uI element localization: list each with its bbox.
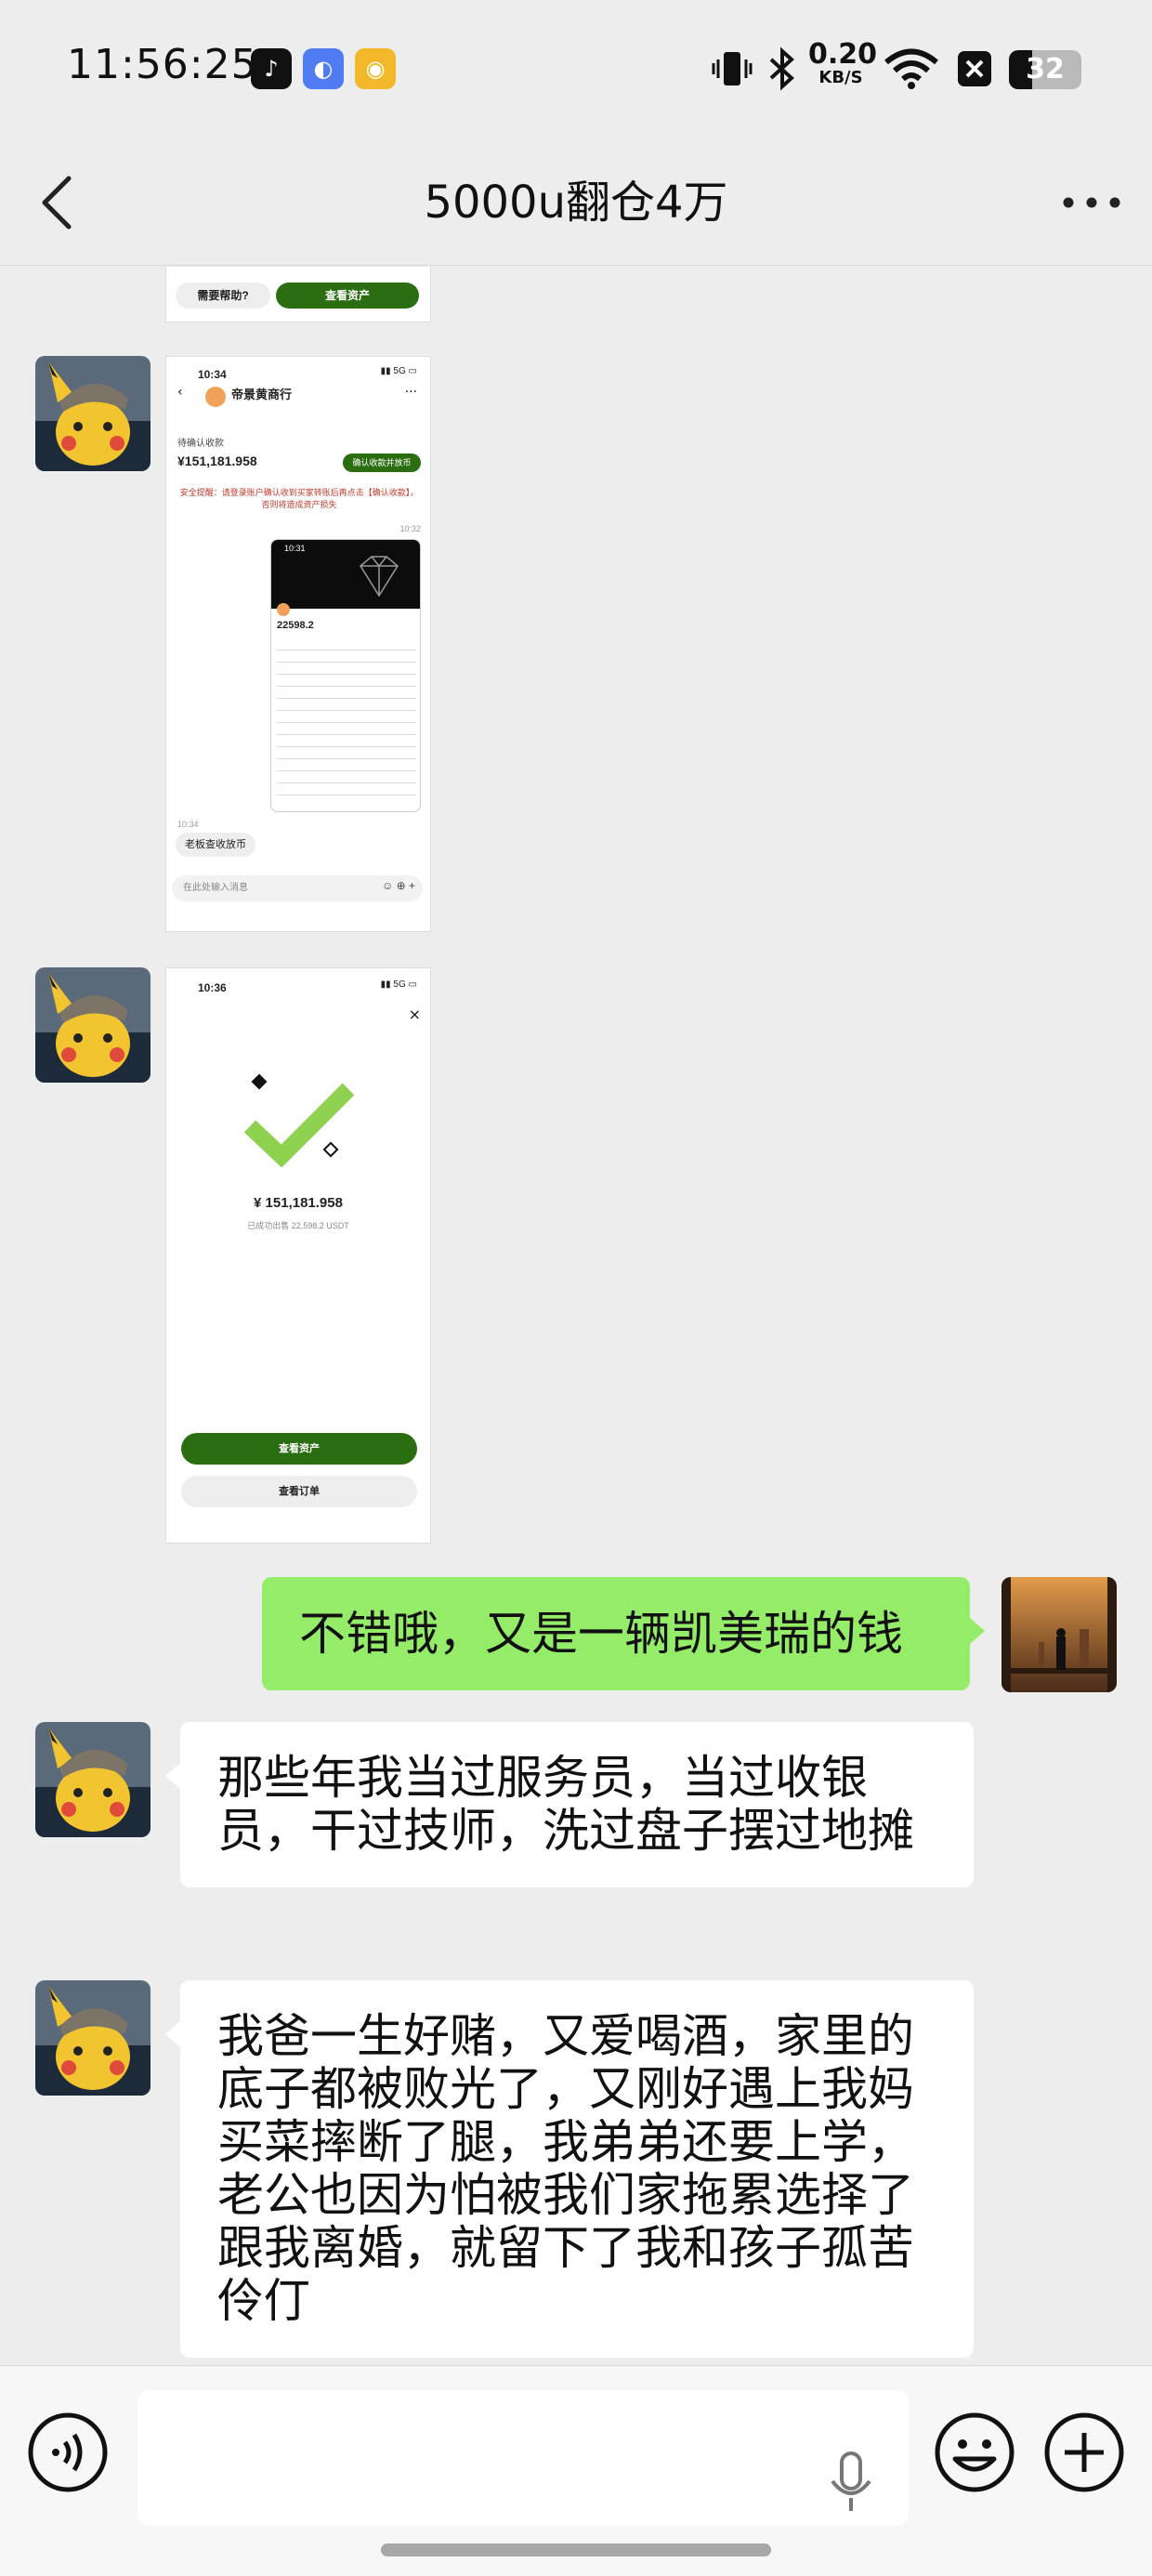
status-time: 11:56:25 bbox=[67, 41, 258, 88]
voice-mode-icon[interactable] bbox=[26, 2411, 110, 2494]
screenshot-3-time: 10:36 bbox=[198, 981, 227, 994]
screenshot-2-amount: ¥151,181.958 bbox=[177, 453, 257, 468]
sold-usdt-label: 已成功出售 22,598.2 USDT bbox=[247, 1221, 349, 1230]
screenshot-2-bottom-time: 10:34 bbox=[177, 820, 199, 829]
add-plus-icon[interactable] bbox=[1042, 2411, 1126, 2494]
avatar-pikachu[interactable] bbox=[35, 967, 151, 1083]
screenshot-3-signal: ▮▮ 5G ▭ bbox=[380, 979, 417, 990]
quick-reply-chip: 老板查收放币 bbox=[176, 833, 255, 857]
security-warning: 安全提醒：请登录账户确认收到买家转账后再点击【确认收款】，否则将造成资产损失 bbox=[179, 488, 419, 509]
view-order-button-image: 查看订单 bbox=[181, 1476, 417, 1507]
incoming-message-bubble[interactable]: 那些年我当过服务员，当过收银员，干过技师，洗过盘子摆过地摊 bbox=[165, 1722, 974, 1887]
incoming-message-bubble[interactable]: 我爸一生好赌，又爱喝酒，家里的底子都被败光了，又刚好遇上我妈买菜摔断了腿，我弟弟… bbox=[165, 1980, 974, 2358]
self-avatar-image bbox=[1001, 1577, 1117, 1692]
battery-icon: 32 bbox=[1009, 50, 1081, 89]
chat-title: 5000u翻仓4万 bbox=[424, 177, 728, 229]
battery-level: 32 bbox=[1026, 53, 1065, 85]
pikachu-avatar-image bbox=[35, 356, 151, 471]
screenshot-2-back-icon: ‹ bbox=[177, 385, 183, 400]
network-speed-unit: KB/S bbox=[818, 68, 863, 87]
microphone-icon[interactable] bbox=[827, 2450, 875, 2517]
bluetooth-icon bbox=[769, 46, 794, 91]
inner-header: 10:31 bbox=[271, 540, 420, 609]
pikachu-avatar-image bbox=[35, 967, 151, 1083]
outgoing-message-text: 不错哦，又是一辆凯美瑞的钱 bbox=[299, 1607, 903, 1661]
image-message-3[interactable]: 10:36 ▮▮ 5G ▭ × ¥ 151,181.958 已成功出售 22,5… bbox=[165, 967, 431, 1544]
wifi-icon bbox=[884, 48, 938, 89]
inner-detail-lines bbox=[277, 638, 416, 806]
inner-value: 22598.2 bbox=[277, 620, 314, 631]
inner-avatar bbox=[277, 603, 290, 616]
chat-area[interactable]: 需要帮助? 查看资产 10:34 ▮▮ 5G ▭ ‹ 帝景黄商行 ··· 待确认… bbox=[0, 267, 1152, 2365]
outgoing-message-bubble[interactable]: 不错哦，又是一辆凯美瑞的钱 bbox=[262, 1577, 985, 1690]
avatar-pikachu[interactable] bbox=[35, 356, 151, 471]
screenshot-3-close-icon: × bbox=[408, 1005, 421, 1023]
screenshot-3-amount: ¥ 151,181.958 bbox=[254, 1195, 343, 1211]
inner-time: 10:31 bbox=[284, 544, 306, 553]
emoji-icon[interactable] bbox=[933, 2411, 1016, 2494]
image-message-1[interactable]: 需要帮助? 查看资产 bbox=[165, 267, 431, 322]
nav-bar: 5000u翻仓4万 bbox=[0, 139, 1152, 266]
more-dots-icon[interactable] bbox=[1059, 177, 1124, 229]
success-check-icon bbox=[243, 1073, 355, 1168]
avatar-self[interactable] bbox=[1001, 1577, 1117, 1692]
screenshot-2-timestamp: 10:32 bbox=[399, 524, 421, 533]
diamond-logo bbox=[360, 556, 399, 598]
status-bar: 11:56:25 ♪ ◐ ◉ 0.20 KB/S 32 bbox=[0, 0, 1152, 139]
network-speed-value: 0.20 bbox=[808, 38, 878, 71]
weibo-icon: ◉ bbox=[355, 48, 396, 89]
browser-icon: ◐ bbox=[303, 48, 344, 89]
merchant-avatar bbox=[205, 387, 226, 407]
notification-off-icon bbox=[958, 51, 991, 86]
vibrate-icon bbox=[712, 52, 753, 85]
view-assets-button-image: 查看资产 bbox=[181, 1433, 417, 1465]
screenshot-2-time: 10:34 bbox=[198, 368, 227, 381]
input-icons-image: ☺ ⊕ + bbox=[382, 879, 415, 892]
inner-screenshot: 10:31 22598.2 bbox=[270, 539, 421, 812]
image-message-2[interactable]: 10:34 ▮▮ 5G ▭ ‹ 帝景黄商行 ··· 待确认收款 ¥151,181… bbox=[165, 356, 431, 932]
incoming-message-text: 那些年我当过服务员，当过收银员，干过技师，洗过盘子摆过地摊 bbox=[217, 1751, 914, 1858]
avatar-pikachu[interactable] bbox=[35, 1722, 151, 1837]
home-indicator[interactable] bbox=[381, 2543, 771, 2556]
pikachu-avatar-image bbox=[35, 1980, 151, 2096]
message-input[interactable] bbox=[137, 2390, 909, 2526]
view-assets-button-image: 查看资产 bbox=[276, 283, 419, 309]
confirm-release-button-image: 确认收款并放币 bbox=[343, 453, 421, 472]
help-button-image: 需要帮助? bbox=[176, 283, 270, 309]
merchant-name: 帝景黄商行 bbox=[231, 388, 293, 401]
incoming-message-text: 我爸一生好赌，又爱喝酒，家里的底子都被败光了，又刚好遇上我妈买菜摔断了腿，我弟弟… bbox=[217, 2009, 914, 2328]
avatar-pikachu[interactable] bbox=[35, 1980, 151, 2096]
network-speed: 0.20 KB/S bbox=[808, 41, 877, 87]
screenshot-2-signal: ▮▮ 5G ▭ bbox=[380, 366, 417, 376]
to-confirm-label: 待确认收款 bbox=[177, 439, 224, 449]
pikachu-avatar-image bbox=[35, 1722, 151, 1837]
tiktok-icon: ♪ bbox=[251, 48, 292, 89]
screenshot-2-more-icon: ··· bbox=[404, 385, 417, 400]
